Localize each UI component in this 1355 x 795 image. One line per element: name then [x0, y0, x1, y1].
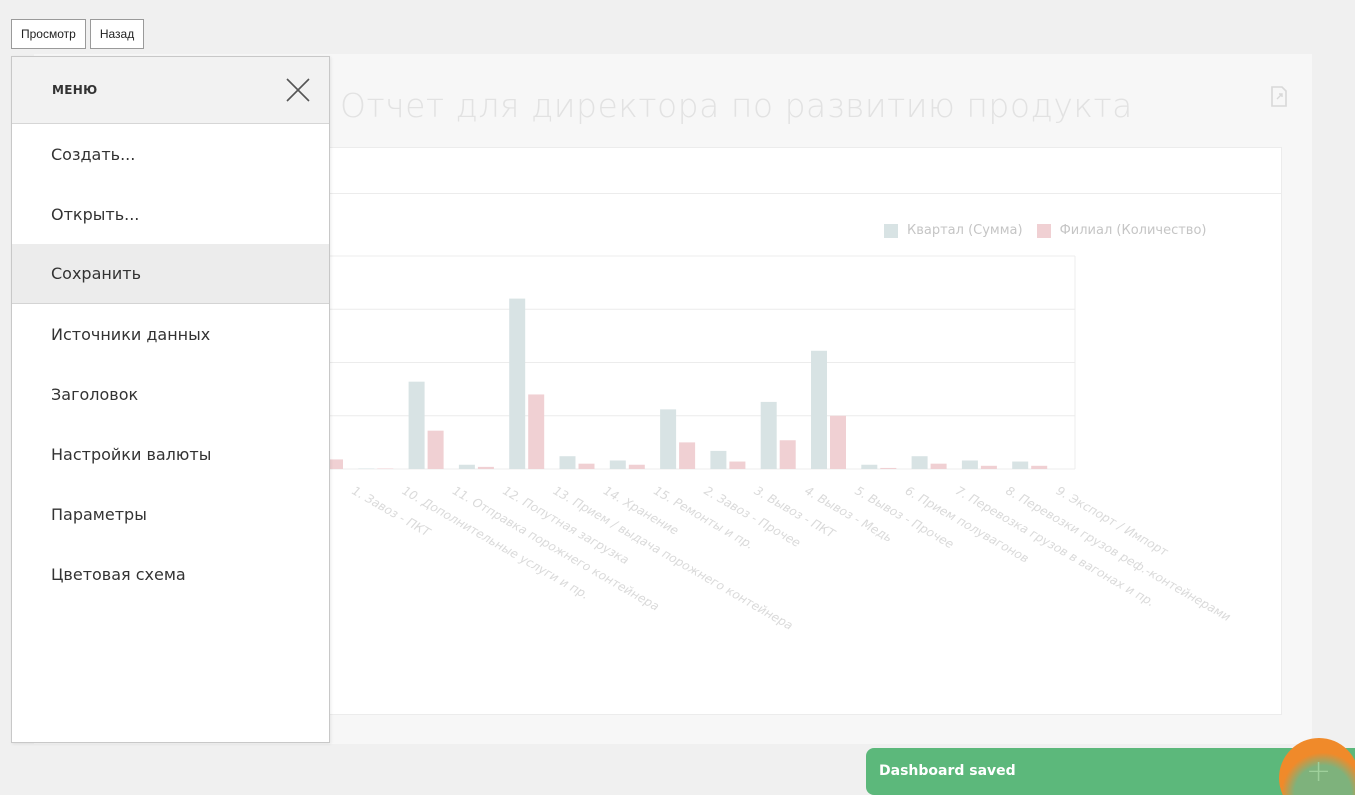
- bar-series2: [477, 466, 494, 469]
- bar-series1: [1012, 461, 1029, 469]
- bar-series1: [760, 401, 777, 469]
- menu-item-save[interactable]: Сохранить: [12, 244, 329, 304]
- menu-item-heading[interactable]: Заголовок: [12, 364, 329, 424]
- x-tick-label: 8. Перевозки грузов реф.-контейнерами: [1003, 483, 1233, 624]
- bar-series2: [679, 442, 696, 469]
- bar-series2: [980, 465, 997, 469]
- bar-series2: [1031, 465, 1048, 469]
- bar-series1: [458, 464, 475, 469]
- bar-series1: [358, 468, 375, 469]
- bar-series1: [509, 298, 526, 469]
- bar-series1: [961, 460, 978, 469]
- bar-series2: [578, 463, 595, 469]
- toast-message: Dashboard saved: [879, 763, 1016, 779]
- bar-series1: [408, 381, 425, 469]
- bar-series2: [779, 440, 796, 469]
- bar-series2: [528, 394, 545, 469]
- bar-series1: [811, 350, 827, 469]
- menu-item-color-scheme[interactable]: Цветовая схема: [12, 544, 329, 604]
- plus-icon: +: [1306, 754, 1332, 789]
- bar-series1: [911, 456, 928, 469]
- menu-item-data-sources[interactable]: Источники данных: [12, 304, 329, 364]
- menu-item-open[interactable]: Открыть...: [12, 184, 329, 244]
- bar-series2: [880, 467, 897, 469]
- bar-series2: [729, 461, 746, 469]
- bar-series1: [609, 460, 626, 469]
- bar-series2: [830, 415, 846, 469]
- x-tick-label: 7. Перевозка грузов в вагонах и пр.: [953, 483, 1157, 609]
- menu-item-currency-settings[interactable]: Настройки валюты: [12, 424, 329, 484]
- close-icon[interactable]: [285, 77, 311, 103]
- menu-item-parameters[interactable]: Параметры: [12, 484, 329, 544]
- bar-series1: [710, 450, 727, 469]
- menu-item-create[interactable]: Создать...: [12, 124, 329, 184]
- bar-series2: [930, 463, 947, 469]
- bar-series2: [377, 468, 394, 469]
- side-menu: МЕНЮ Создать... Открыть... Сохранить Ист…: [11, 56, 330, 743]
- x-tick-label: 4. Вывоз - Медь: [802, 483, 895, 545]
- bar-series2: [427, 430, 444, 469]
- bar-series1: [660, 409, 677, 469]
- bar-series1: [861, 464, 878, 469]
- menu-header: МЕНЮ: [12, 57, 329, 124]
- bar-series2: [628, 464, 645, 469]
- bar-series1: [559, 456, 576, 469]
- menu-title: МЕНЮ: [52, 83, 98, 97]
